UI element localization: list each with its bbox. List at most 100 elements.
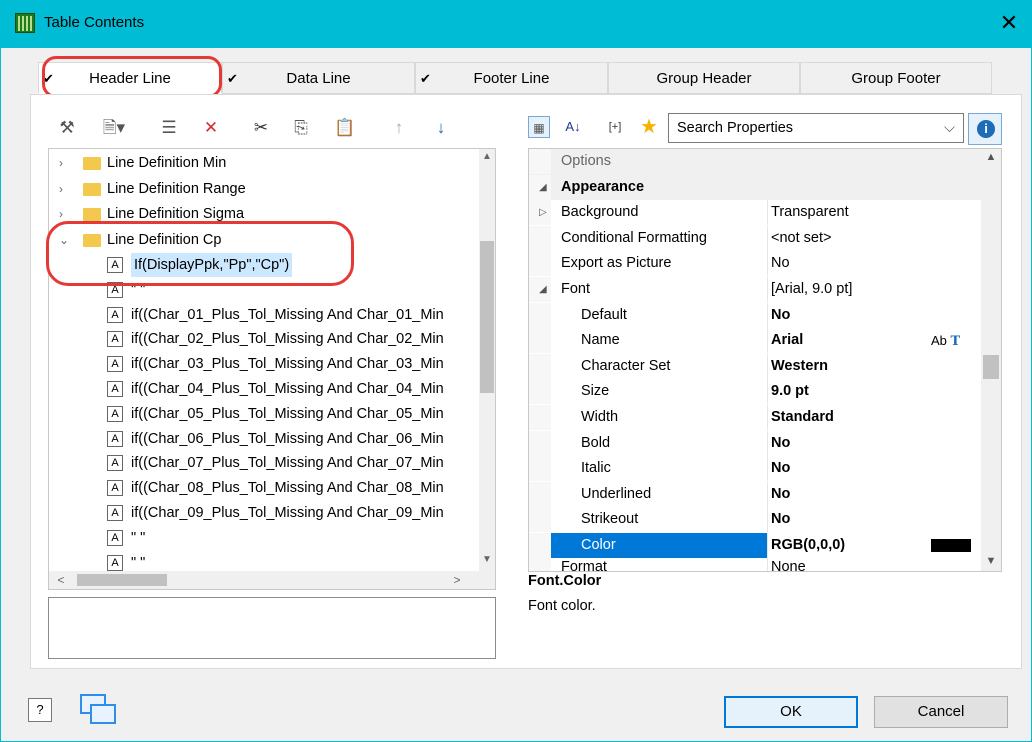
property-value[interactable]: 9.0 pt: [771, 379, 809, 404]
column-divider: [767, 277, 768, 302]
chevron-right-icon[interactable]: ›: [59, 151, 63, 175]
property-value[interactable]: Transparent: [771, 200, 849, 225]
property-value[interactable]: No: [771, 482, 790, 507]
search-properties-input[interactable]: Search Properties ⌵: [668, 113, 964, 143]
paste-icon[interactable]: 📋: [334, 117, 356, 139]
tree-vertical-scrollbar[interactable]: ▲ ▼: [479, 149, 495, 574]
property-value[interactable]: No: [771, 507, 790, 532]
font-picker-icon[interactable]: Ab T: [931, 328, 960, 354]
property-value[interactable]: No: [771, 251, 790, 276]
column-divider: [767, 353, 768, 379]
info-button[interactable]: i: [968, 113, 1002, 145]
column-divider: [767, 430, 768, 456]
property-name: Default: [581, 306, 627, 323]
property-row-conditional-formatting[interactable]: Conditional Formatting <not set>: [529, 225, 1001, 252]
row-gutter: [529, 554, 551, 571]
property-row-name[interactable]: Name Arial Ab T: [529, 328, 1001, 354]
move-down-icon[interactable]: ↓: [430, 117, 452, 139]
chevron-down-icon[interactable]: ◢: [539, 277, 547, 302]
properties-icon[interactable]: ☰: [158, 117, 180, 139]
property-row-font[interactable]: ◢ Font [Arial, 9.0 pt]: [529, 277, 1001, 303]
scroll-down-icon[interactable]: ▼: [983, 555, 999, 571]
scroll-down-icon[interactable]: ▼: [479, 554, 495, 570]
property-row-italic[interactable]: Italic No: [529, 456, 1001, 482]
property-row-options[interactable]: Options: [529, 149, 1001, 175]
tab-header-line[interactable]: ✔ Header Line: [38, 62, 222, 94]
tab-footer-line[interactable]: ✔ Footer Line: [415, 62, 608, 94]
tree-item-label: " ": [131, 281, 146, 298]
scroll-left-icon[interactable]: <: [53, 571, 69, 589]
text-field-icon: A: [107, 430, 123, 447]
description-title: Font.Color: [528, 573, 602, 589]
scroll-thumb[interactable]: [983, 355, 999, 379]
chevron-down-icon[interactable]: ◢: [539, 175, 547, 200]
ok-button[interactable]: OK: [724, 696, 858, 728]
move-up-icon[interactable]: ↑: [388, 117, 410, 139]
new-item-dropdown-icon[interactable]: 🗎▾: [96, 117, 132, 139]
tree-item-label: If(DisplayPpk,"Pp","Cp"): [131, 253, 293, 277]
copy-icon[interactable]: ⎘: [290, 117, 312, 139]
property-grid[interactable]: Options ◢ Appearance ▷ Background Transparent…: [528, 148, 1002, 572]
windows-icon[interactable]: [78, 692, 120, 726]
property-name: Background: [561, 204, 639, 221]
property-value[interactable]: <not set>: [771, 226, 831, 251]
color-swatch[interactable]: [931, 539, 971, 552]
wand-icon[interactable]: ⚒: [56, 117, 78, 139]
delete-icon[interactable]: ✕: [200, 117, 222, 139]
chevron-right-icon[interactable]: ›: [59, 202, 63, 226]
chevron-right-icon[interactable]: ›: [59, 177, 63, 201]
chevron-down-icon[interactable]: ⌵: [944, 114, 955, 142]
line-tree[interactable]: › Line Definition Min › Line Definition Ran…: [48, 148, 496, 590]
close-icon[interactable]: ✕: [994, 8, 1024, 38]
tree-item-label: if((Char_05_Plus_Tol_Missing And Char_05…: [131, 405, 444, 422]
chevron-down-icon[interactable]: ⌄: [59, 228, 69, 252]
scroll-thumb[interactable]: [480, 241, 494, 393]
cut-icon[interactable]: ✂: [250, 117, 272, 139]
scroll-thumb[interactable]: [77, 574, 167, 586]
text-field-icon: A: [107, 257, 123, 273]
cancel-button[interactable]: Cancel: [874, 696, 1008, 728]
property-row-width[interactable]: Width Standard: [529, 405, 1001, 431]
property-name: Options: [561, 153, 611, 169]
info-icon: i: [977, 120, 995, 138]
tree-item-label: if((Char_01_Plus_Tol_Missing And Char_01…: [131, 306, 444, 323]
favorites-star-icon[interactable]: ★: [638, 116, 660, 138]
property-value[interactable]: Western: [771, 354, 828, 379]
property-value[interactable]: Arial: [771, 328, 803, 353]
scroll-up-icon[interactable]: ▲: [983, 151, 999, 167]
tree-item-label: if((Char_04_Plus_Tol_Missing And Char_04…: [131, 381, 444, 397]
property-row-bold[interactable]: Bold No: [529, 430, 1001, 457]
formula-icon[interactable]: [+]: [600, 116, 630, 138]
tree-item-label: " ": [131, 529, 146, 546]
property-row-export-as-picture[interactable]: Export as Picture No: [529, 251, 1001, 277]
tab-group-footer[interactable]: Group Footer: [800, 62, 992, 94]
property-value[interactable]: [Arial, 9.0 pt]: [771, 277, 852, 302]
property-value[interactable]: Standard: [771, 405, 834, 430]
chevron-right-icon[interactable]: ▷: [539, 200, 547, 225]
property-value[interactable]: No: [771, 303, 790, 328]
folder-icon: [83, 208, 101, 221]
property-row-size[interactable]: Size 9.0 pt: [529, 379, 1001, 405]
property-row-default[interactable]: Default No: [529, 302, 1001, 329]
property-value[interactable]: No: [771, 431, 790, 456]
tab-data-line[interactable]: ✔ Data Line: [222, 62, 415, 94]
tree-horizontal-scrollbar[interactable]: < >: [49, 571, 495, 589]
folder-label: Line Definition Range: [107, 180, 246, 197]
property-value[interactable]: No: [771, 456, 790, 481]
property-row-underlined[interactable]: Underlined No: [529, 481, 1001, 508]
categorized-view-icon[interactable]: ▦: [528, 116, 550, 138]
property-scrollbar[interactable]: ▲ ▼: [981, 149, 1001, 571]
property-row-strikeout[interactable]: Strikeout No: [529, 507, 1001, 533]
search-properties-placeholder: Search Properties: [677, 120, 794, 136]
property-value[interactable]: None: [771, 555, 806, 571]
property-row-background[interactable]: ▷ Background Transparent: [529, 200, 1001, 226]
tab-group-header[interactable]: Group Header: [608, 62, 800, 94]
property-name: Format: [561, 558, 607, 572]
scroll-up-icon[interactable]: ▲: [479, 151, 495, 167]
property-row-appearance[interactable]: ◢ Appearance: [529, 174, 1001, 201]
property-row-character-set[interactable]: Character Set Western: [529, 353, 1001, 380]
help-button[interactable]: ?: [28, 698, 52, 722]
sort-alpha-icon[interactable]: A↓: [562, 116, 584, 138]
scroll-right-icon[interactable]: >: [449, 571, 465, 589]
property-row-format[interactable]: Format None: [529, 554, 1001, 572]
